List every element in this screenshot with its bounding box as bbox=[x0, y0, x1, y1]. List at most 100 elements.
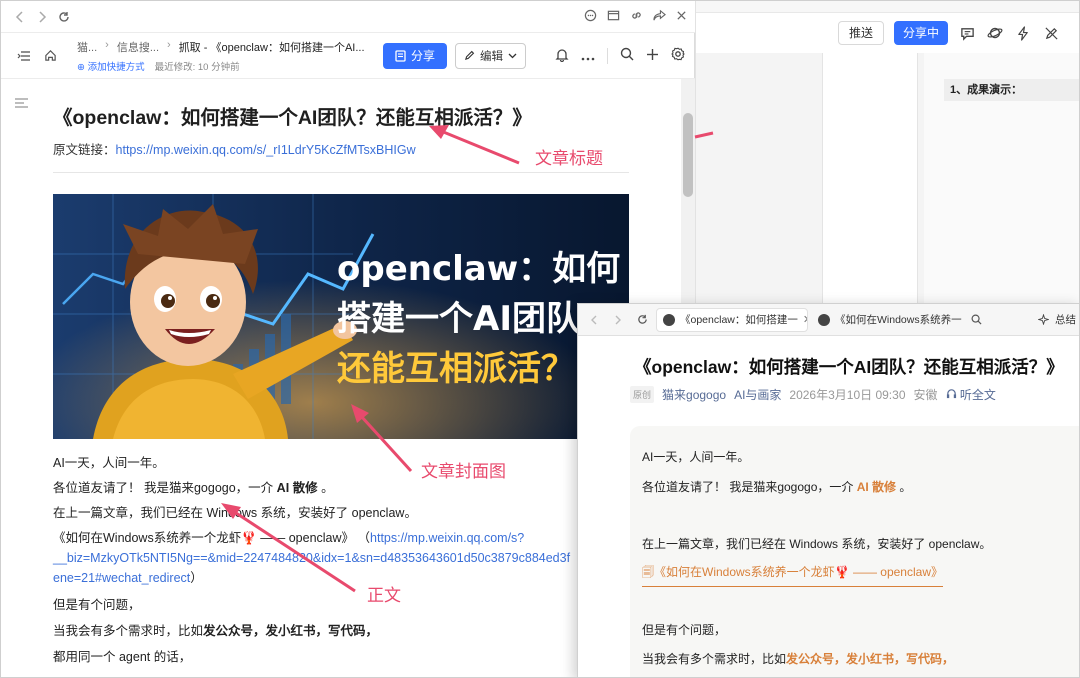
outline-icon[interactable] bbox=[15, 95, 28, 111]
tab-openclaw-article[interactable]: 《openclaw：如何搭建一 ✕ bbox=[656, 307, 808, 332]
body-paragraph: 但是有个问题， bbox=[642, 623, 727, 637]
comment-icon[interactable] bbox=[958, 24, 976, 42]
text-run: 当我会有多个需求时，比如 bbox=[53, 624, 204, 638]
article-title: 《openclaw：如何搭建一个AI团队？还能互相派活？》 bbox=[53, 107, 532, 129]
account-link[interactable]: AI与画家 bbox=[734, 386, 781, 403]
article-link[interactable]: ene=21#wechat_redirect bbox=[53, 571, 190, 585]
sharing-button[interactable]: 分享中 bbox=[893, 21, 948, 45]
last-modified: 最近修改: 10 分钟前 bbox=[154, 61, 240, 73]
more-icon[interactable] bbox=[581, 48, 595, 64]
forward-icon[interactable] bbox=[31, 6, 53, 28]
text-run: 当我会有多个需求时，比如 bbox=[642, 652, 787, 666]
divider bbox=[53, 172, 629, 173]
planet-icon[interactable] bbox=[986, 24, 1004, 42]
tab-label: 《如何在Windows系统养一个 bbox=[835, 314, 962, 326]
result-section-heading: 1、成果演示： bbox=[944, 79, 1079, 101]
bell-icon[interactable] bbox=[555, 47, 569, 65]
author-link[interactable]: 猫来gogogo bbox=[662, 386, 726, 403]
push-button[interactable]: 推送 bbox=[837, 21, 884, 45]
chat-icon[interactable] bbox=[584, 9, 597, 25]
annotation-body-label: 正文 bbox=[367, 586, 401, 605]
listen-button[interactable]: 听全文 bbox=[946, 386, 996, 403]
sparkle-icon bbox=[1038, 314, 1049, 325]
body-paragraph: AI一天，人间一年。 bbox=[53, 456, 165, 470]
link-icon[interactable] bbox=[630, 9, 643, 25]
summary-button[interactable]: 总结 bbox=[1038, 312, 1076, 327]
tab-windows-article[interactable]: 《如何在Windows系统养一个 bbox=[812, 308, 962, 332]
breadcrumb-separator: › bbox=[105, 38, 109, 51]
edit-label: 编辑 bbox=[480, 50, 504, 63]
lock-doc-icon bbox=[395, 49, 406, 62]
cover-text-line: openclaw：如何 bbox=[337, 249, 620, 289]
back-icon[interactable] bbox=[584, 310, 604, 330]
source-link-line: 原文链接：https://mp.weixin.qq.com/s/_rI1LdrY… bbox=[53, 139, 416, 158]
edit-button[interactable]: 编辑 bbox=[455, 42, 527, 69]
share-arrow-icon[interactable] bbox=[653, 9, 666, 25]
article-content-card: AI一天，人间一年。 各位道友请了！ 我是猫来gogogo，一介 AI 散修 。… bbox=[630, 426, 1079, 677]
text-run: 各位道友请了！ 我是猫来gogogo，一介 bbox=[642, 480, 857, 494]
doc-header: 猫... › 信息搜... › 抓取 - 《openclaw：如何搭建一个AI.… bbox=[1, 33, 695, 79]
background-toolbar: 推送 分享中 bbox=[696, 13, 1079, 53]
add-shortcut-link[interactable]: ⊕ 添加快捷方式 bbox=[77, 59, 145, 73]
breadcrumb: 猫... › 信息搜... › 抓取 - 《openclaw：如何搭建一个AI.… bbox=[77, 39, 367, 73]
article-link[interactable]: https://mp.weixin.qq.com/s? bbox=[370, 531, 524, 545]
body-paragraph: 各位道友请了！ 我是猫来gogogo，一介 AI 散修 。 bbox=[53, 482, 334, 495]
scrollbar-thumb[interactable] bbox=[683, 113, 693, 197]
divider bbox=[607, 47, 608, 64]
text-run: ） bbox=[190, 571, 203, 585]
plus-icon[interactable] bbox=[646, 48, 659, 64]
refresh-icon[interactable] bbox=[632, 310, 652, 330]
source-url-link[interactable]: https://mp.weixin.qq.com/s/_rI1LdrY5KcZf… bbox=[116, 143, 416, 157]
listen-label: 听全文 bbox=[959, 388, 996, 402]
headphones-icon bbox=[946, 389, 956, 399]
source-label: 原文链接： bbox=[53, 143, 116, 157]
screenshot-frame: 推送 分享中 1、成果演示： 猫... › 信息搜... › 抓取 - 《ope… bbox=[0, 0, 1080, 678]
lightning-icon[interactable] bbox=[1014, 24, 1032, 42]
cover-text-line: 搭建一个AI团队？ bbox=[337, 299, 614, 339]
body-paragraph: 在上一篇文章，我们已经在 Windows 系统，安装好了 openclaw。 bbox=[642, 537, 992, 551]
search-icon[interactable] bbox=[620, 47, 634, 64]
body-paragraph: 都用同一个 agent 的话， bbox=[53, 650, 192, 664]
back-icon[interactable] bbox=[9, 6, 31, 28]
body-paragraph: 各位道友请了！ 我是猫来gogogo，一介 AI 散修 。 bbox=[642, 478, 911, 495]
gear-icon[interactable] bbox=[671, 47, 685, 64]
text-run: 。 bbox=[317, 481, 334, 495]
background-tab-strip bbox=[696, 1, 1079, 13]
breadcrumb-current: 抓取 - 《openclaw：如何搭建一个AI... bbox=[178, 41, 365, 54]
edit-off-icon[interactable] bbox=[1042, 24, 1060, 42]
bold-text: AI 散修 bbox=[276, 481, 318, 495]
close-icon[interactable] bbox=[676, 10, 687, 24]
body-paragraph: 当我会有多个需求时，比如发公众号，发小红书，写代码， bbox=[53, 625, 378, 638]
text-run: 。 bbox=[896, 480, 912, 494]
wechat-favicon-icon bbox=[818, 313, 830, 326]
body-paragraph: ene=21#wechat_redirect） bbox=[53, 572, 203, 585]
forward-icon[interactable] bbox=[608, 310, 628, 330]
home-icon[interactable] bbox=[37, 43, 63, 69]
breadcrumb-item[interactable]: 猫... bbox=[77, 39, 97, 55]
overlay-tab-bar: 《openclaw：如何搭建一 ✕ 《如何在Windows系统养一个 总结 bbox=[578, 304, 1079, 336]
tab-label: 《openclaw：如何搭建一 bbox=[680, 314, 798, 326]
original-badge: 原创 bbox=[630, 386, 655, 403]
share-button[interactable]: 分享 bbox=[383, 42, 448, 69]
annotation-cover-label: 文章封面图 bbox=[421, 462, 506, 481]
body-paragraph: AI一天，人间一年。 bbox=[642, 450, 750, 464]
cover-text-line: 还能互相派活？ bbox=[337, 349, 575, 389]
main-tab-bar bbox=[1, 1, 695, 33]
body-paragraph: 但是有个问题， bbox=[53, 598, 141, 612]
collapse-sidebar-icon[interactable] bbox=[11, 43, 37, 69]
text-run: 各位道友请了！ 我是猫来gogogo，一介 bbox=[53, 481, 277, 495]
article-link[interactable]: __biz=MzkyOTk5NTI5Ng==&mid=2247484820&id… bbox=[53, 551, 570, 565]
breadcrumb-item[interactable]: 信息搜... bbox=[117, 39, 159, 55]
wechat-favicon-icon bbox=[663, 313, 675, 326]
window-icon[interactable] bbox=[607, 9, 620, 25]
highlight-text: AI 散修 bbox=[856, 480, 897, 494]
tab-bar-actions bbox=[584, 9, 687, 25]
publish-date: 2026年3月10日 09:30 bbox=[789, 388, 906, 402]
search-icon[interactable] bbox=[966, 310, 986, 330]
bold-text: 发公众号，发小红书，写代码， bbox=[203, 624, 379, 638]
wechat-article-window: 《openclaw：如何搭建一 ✕ 《如何在Windows系统养一个 总结 《o… bbox=[577, 303, 1079, 677]
annotation-title-label: 文章标题 bbox=[535, 149, 603, 168]
related-article-link[interactable]: 🗐《如何在Windows系统养一个龙虾🦞 —— openclaw》 bbox=[642, 563, 943, 587]
refresh-icon[interactable] bbox=[53, 6, 75, 28]
close-tab-icon[interactable]: ✕ bbox=[803, 313, 807, 326]
